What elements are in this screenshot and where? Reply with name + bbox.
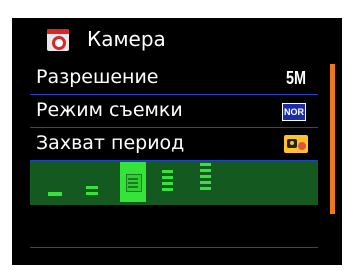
empty-menu-row (30, 205, 318, 248)
timelapse-camera-icon (284, 135, 308, 153)
resolution-value: 5M (285, 68, 306, 88)
menu-item-capture-interval[interactable]: Захват период (30, 128, 318, 161)
level-option-5[interactable] (200, 161, 216, 195)
level-option-4[interactable] (162, 165, 178, 199)
level-option-1[interactable] (48, 179, 64, 201)
scrollbar[interactable] (330, 64, 335, 214)
settings-menu: Разрешение 5M Режим съемки NOR Захват пе… (30, 62, 318, 262)
camera-menu-screen: Камера Разрешение 5M Режим съемки NOR За… (12, 18, 342, 265)
normal-mode-icon: NOR (282, 103, 306, 121)
title-bar: Камера (12, 18, 342, 62)
level-option-2[interactable] (86, 179, 102, 201)
menu-item-resolution[interactable]: Разрешение 5M (30, 62, 318, 95)
menu-item-label: Захват период (36, 132, 185, 154)
page-title: Камера (87, 27, 166, 51)
menu-item-label: Режим съемки (36, 99, 183, 121)
interval-level-selector[interactable] (30, 161, 318, 205)
level-option-3-selected[interactable] (120, 162, 146, 202)
menu-item-label: Разрешение (36, 66, 159, 88)
camera-icon (47, 29, 69, 51)
menu-item-shooting-mode[interactable]: Режим съемки NOR (30, 95, 318, 128)
